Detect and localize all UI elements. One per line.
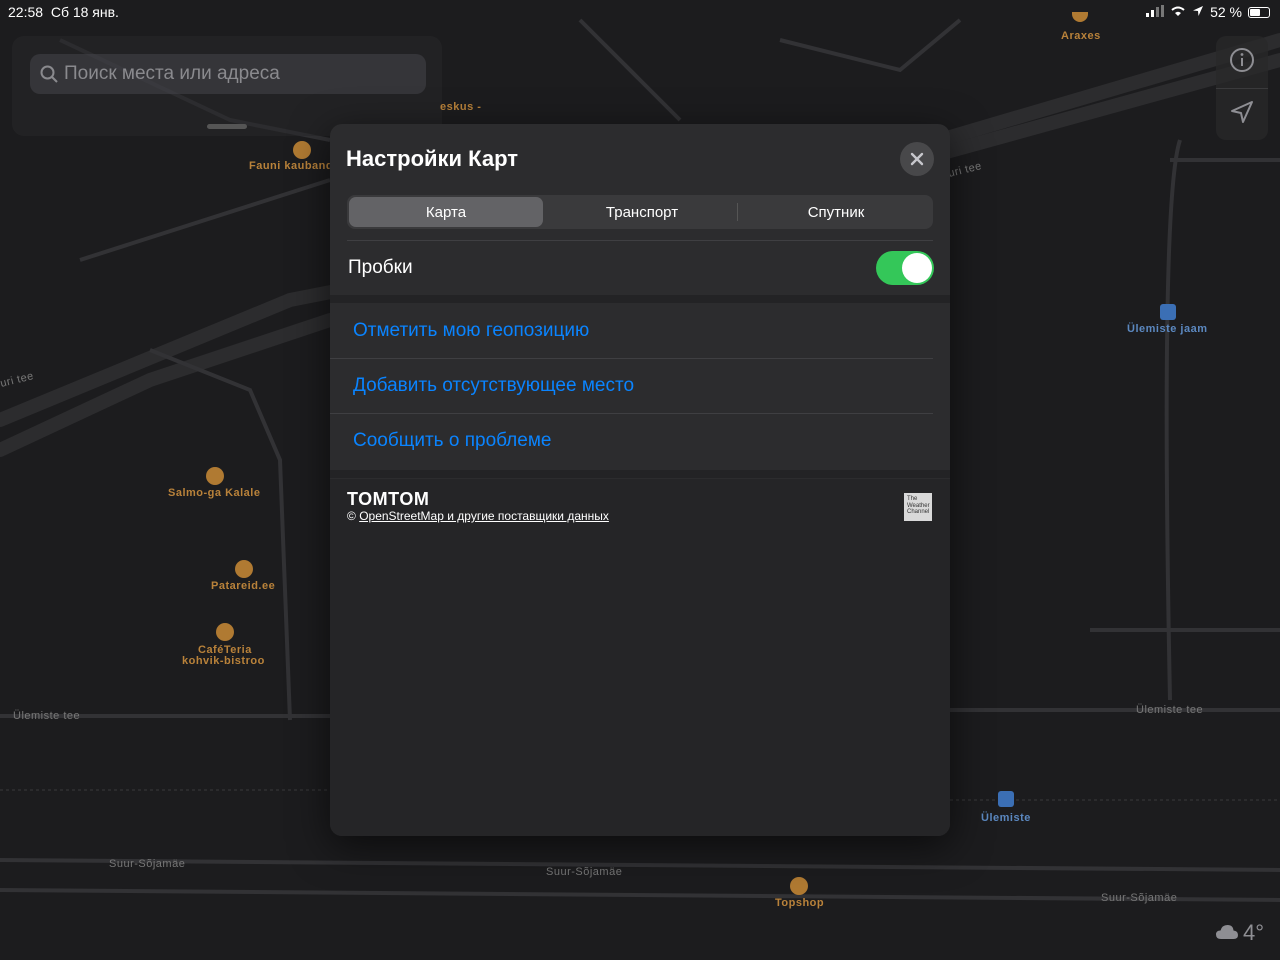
status-time: 22:58 [8, 4, 44, 20]
map-controls [1216, 36, 1268, 140]
map-label-ulemiste-tee-right: Ülemiste tee [1136, 704, 1204, 716]
search-placeholder: Поиск места или адреса [64, 63, 280, 84]
osm-prefix: © [347, 509, 360, 523]
osm-attribution: © OpenStreetMap и другие поставщики данн… [347, 509, 609, 523]
weather-temperature: 4° [1242, 920, 1264, 945]
poi-bag-icon[interactable] [293, 141, 311, 159]
info-button[interactable] [1216, 36, 1268, 88]
close-icon [910, 152, 924, 166]
divider [330, 358, 933, 359]
battery-icon [1248, 6, 1270, 18]
tram-stop-icon[interactable] [998, 791, 1014, 807]
weather-widget: 4° [1215, 920, 1264, 946]
map-type-segmented-control: Карта Транспорт Спутник [347, 195, 933, 229]
location-arrow-icon [1229, 99, 1255, 130]
credits-section: TOMTOM © OpenStreetMap и другие поставщи… [330, 479, 950, 836]
train-station-icon[interactable] [1160, 304, 1176, 320]
toggle-knob [902, 253, 932, 283]
actions-group: Отметить мою геопозицию Добавить отсутст… [330, 303, 950, 470]
mark-location-link[interactable]: Отметить мою геопозицию [353, 320, 589, 342]
cloud-icon [1215, 920, 1239, 946]
poi-bag-icon[interactable] [235, 560, 253, 578]
poi-bag-icon[interactable] [206, 467, 224, 485]
map-label-araxes[interactable]: Araxes [1061, 30, 1101, 42]
tab-transit[interactable]: Транспорт [545, 195, 739, 229]
segment-divider [737, 203, 738, 221]
signal-icon [1146, 4, 1165, 20]
search-icon [40, 65, 58, 83]
status-time-date: 22:58 Сб 18 янв. [8, 4, 119, 20]
report-problem-link[interactable]: Сообщить о проблеме [353, 430, 551, 452]
add-missing-place-link[interactable]: Добавить отсутствующее место [353, 375, 634, 397]
search-panel: Поиск места или адреса [12, 36, 442, 136]
group-separator [330, 470, 950, 478]
map-label-ulemiste[interactable]: Ülemiste [981, 812, 1031, 824]
map-label-suur-3: Suur-Sõjamäe [1101, 892, 1178, 904]
map-label-cafeteria-line2[interactable]: kohvik-bistroo [182, 655, 265, 667]
panel-grabber[interactable] [207, 124, 247, 129]
group-separator [330, 295, 950, 303]
map-label-topshop[interactable]: Topshop [775, 897, 824, 909]
map-label-eskus: eskus - [440, 101, 482, 113]
traffic-row: Пробки [330, 241, 950, 295]
map-label-patareid[interactable]: Patareid.ee [211, 580, 275, 592]
search-input[interactable]: Поиск места или адреса [30, 54, 426, 94]
location-arrow-icon [1192, 4, 1204, 20]
divider [330, 413, 933, 414]
battery-percent: 52 % [1210, 4, 1242, 20]
map-label-suur-2: Suur-Sõjamäe [546, 866, 623, 878]
modal-title: Настройки Карт [346, 146, 519, 171]
close-button[interactable] [900, 142, 934, 176]
weather-channel-logo: The Weather Channel [904, 493, 932, 521]
traffic-label: Пробки [348, 257, 413, 278]
poi-cutlery-icon[interactable] [216, 623, 234, 641]
map-label-fauni[interactable]: Fauni kauband [249, 160, 333, 172]
osm-link[interactable]: OpenStreetMap и другие поставщики данных [359, 509, 609, 523]
map-label-salmo[interactable]: Salmo-ga Kalale [168, 487, 260, 499]
status-date: Сб 18 янв. [50, 4, 119, 20]
locate-button[interactable] [1216, 88, 1268, 140]
status-right: 52 % [1146, 4, 1270, 20]
wifi-icon [1170, 4, 1186, 20]
tab-satellite[interactable]: Спутник [739, 195, 933, 229]
map-label-suur-1: Suur-Sõjamäe [109, 858, 186, 870]
map-label-ulemiste-tee-left: Ülemiste tee [13, 710, 81, 722]
info-icon [1229, 47, 1255, 78]
tomtom-logo: TOMTOM [347, 489, 430, 509]
map-label-ulemiste-jaam[interactable]: Ülemiste jaam [1127, 323, 1207, 335]
poi-hanger-icon[interactable] [790, 877, 808, 895]
status-bar: 22:58 Сб 18 янв. 52 % [0, 0, 1280, 24]
tab-map[interactable]: Карта [349, 197, 543, 227]
traffic-toggle[interactable] [876, 251, 934, 285]
maps-settings-modal: Настройки Карт Карта Транспорт Спутник П… [330, 124, 950, 836]
